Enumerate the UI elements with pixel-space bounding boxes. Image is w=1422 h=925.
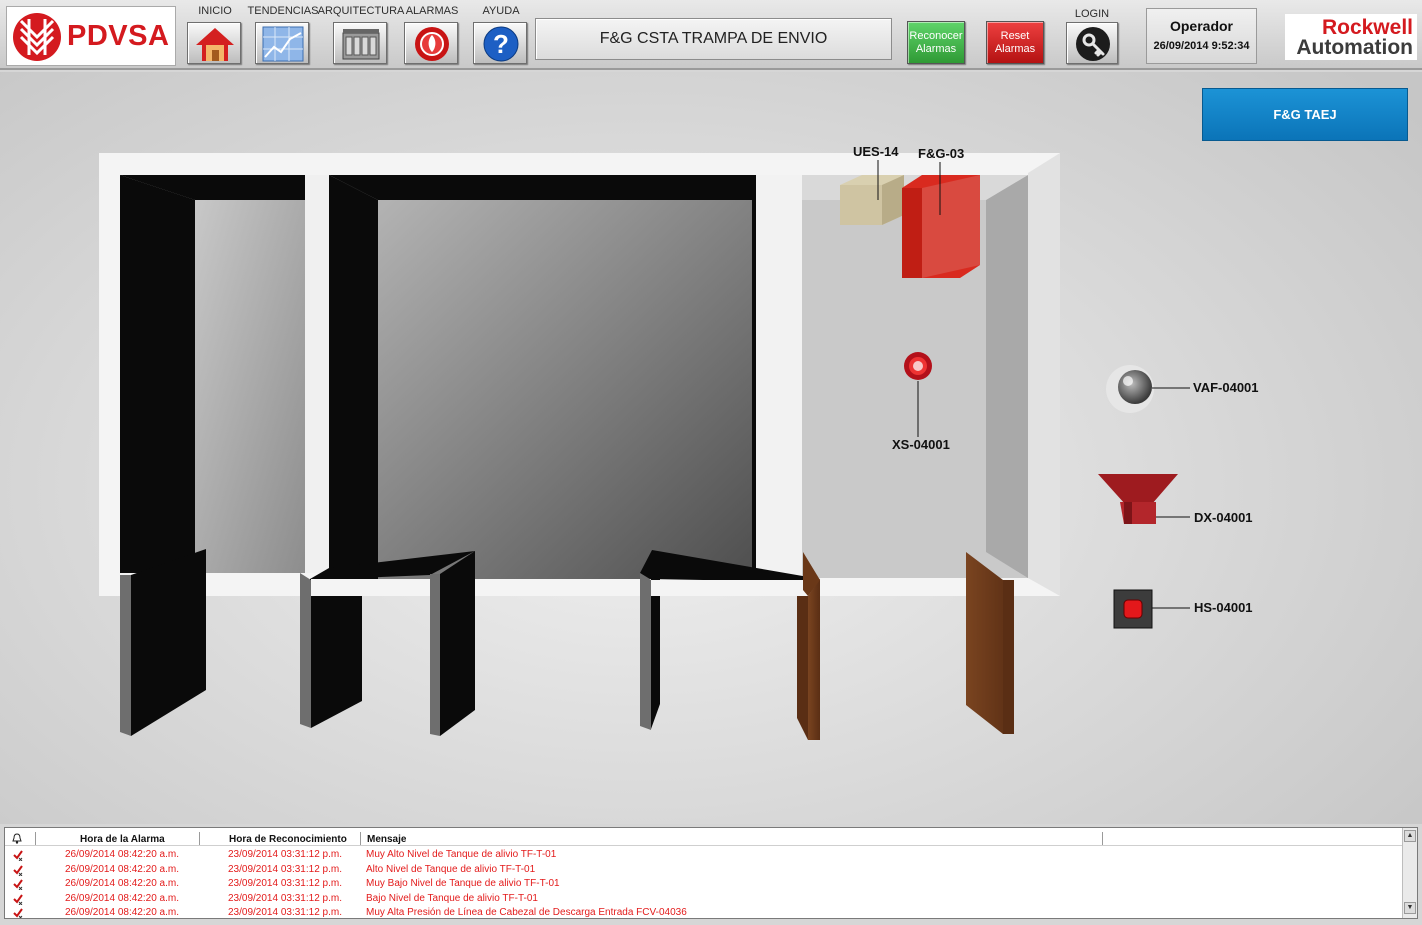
alarm-table-header: Hora de la Alarma Hora de Reconocimiento… [5, 830, 1403, 846]
partition-wall-2 [756, 175, 802, 579]
vendor-line-2: Automation [1296, 36, 1413, 59]
user-info: Operador 26/09/2014 9:52:34 [1146, 8, 1257, 64]
door-2-jamb-b [430, 574, 440, 736]
alarm-summary[interactable]: Hora de la Alarma Hora de Reconocimiento… [4, 827, 1418, 919]
alarm-row[interactable]: 26/09/2014 08:42:20 a.m. 23/09/2014 03:3… [5, 848, 1403, 863]
alarm-message: Alto Nivel de Tanque de alivio TF-T-01 [366, 863, 536, 875]
xs-04001-beacon[interactable] [904, 352, 932, 380]
login-label: LOGIN [1074, 8, 1110, 20]
scroll-down-arrow-icon[interactable]: ▼ [1404, 902, 1416, 914]
hs-04001-pushbutton[interactable] [1113, 589, 1153, 629]
alarm-message: Muy Bajo Nivel de Tanque de alivio TF-T-… [366, 878, 560, 889]
fg-03-panel [902, 175, 980, 278]
alarm-scrollbar[interactable]: ▲ ▼ [1402, 828, 1417, 918]
room-2-black-wall-right [752, 175, 756, 579]
alarm-row[interactable]: 26/09/2014 08:42:20 a.m. 23/09/2014 03:3… [5, 863, 1403, 878]
door-2-jamb-a [300, 573, 311, 728]
process-graphic-area: F&G TAEJ UES-14 F&G-03 XS-04001 VAF-0400… [0, 72, 1422, 824]
door-2-sill [311, 579, 430, 596]
xs-04001-tag: XS-04001 [892, 437, 950, 452]
alarm-message: Muy Alto Nivel de Tanque de alivio TF-T-… [366, 849, 557, 860]
ues-14-tag: UES-14 [853, 144, 899, 159]
acknowledge-alarms-button[interactable]: Reconocer Alarmas [907, 21, 965, 64]
dx-04001-tag: DX-04001 [1194, 510, 1253, 525]
ack-time: 23/09/2014 03:31:12 p.m. [228, 863, 342, 875]
alarm-time: 26/09/2014 08:42:20 a.m. [65, 863, 179, 875]
partition-wall-1 [305, 175, 329, 573]
alarm-message: Bajo Nivel de Tanque de alivio TF-T-01 [366, 892, 538, 904]
alarm-time: 26/09/2014 08:42:20 a.m. [65, 907, 179, 918]
right-wall-shade [1028, 153, 1060, 596]
svg-text:?: ? [493, 29, 509, 59]
key-icon [1076, 27, 1110, 61]
door-1-jamb [120, 575, 131, 736]
alarm-row[interactable]: 26/09/2014 08:42:20 a.m. 23/09/2014 03:3… [5, 892, 1403, 907]
trend-chart-icon [262, 26, 304, 62]
unacked-alarm-icon [13, 864, 23, 876]
nav-tendencias: TENDENCIAS [248, 4, 318, 66]
building-3d-drawing [99, 153, 1190, 740]
door-3-leaf-b[interactable] [808, 579, 820, 740]
fg-03-tag: F&G-03 [918, 146, 965, 161]
rockwell-logo: Rockwell Automation [1285, 14, 1417, 60]
unacked-alarm-icon [13, 893, 23, 905]
header-toolbar: PDVSA INICIO TENDENCIAS ARQUITECTURA ALA… [0, 0, 1422, 70]
ack-time: 23/09/2014 03:31:12 p.m. [228, 907, 342, 918]
nav-label-ayuda: AYUDA [482, 5, 520, 17]
vaf-04001-bell[interactable] [1106, 365, 1154, 413]
room-1-black-wall-left [120, 175, 195, 573]
col-ack-time[interactable]: Hora de Reconocimiento [229, 833, 347, 847]
col-alarm-time[interactable]: Hora de la Alarma [80, 833, 165, 847]
room-2-black-wall-left [329, 175, 378, 579]
alarm-time: 26/09/2014 08:42:20 a.m. [65, 849, 179, 860]
trends-button[interactable] [255, 22, 309, 64]
alarm-time: 26/09/2014 08:42:20 a.m. [65, 878, 179, 889]
alarm-time: 26/09/2014 08:42:20 a.m. [65, 892, 179, 904]
alarm-row[interactable]: 26/09/2014 08:42:20 a.m. 23/09/2014 03:3… [5, 877, 1403, 892]
home-icon [196, 28, 234, 61]
col-message[interactable]: Mensaje [367, 833, 406, 847]
hs-04001-tag: HS-04001 [1194, 600, 1253, 615]
room-2-floor [329, 175, 756, 579]
bell-icon [12, 833, 22, 844]
user-name: Operador [1169, 18, 1233, 34]
ues-14-cabinet [840, 175, 904, 225]
door-1-leaf[interactable] [131, 549, 206, 736]
ack-time: 23/09/2014 03:31:12 p.m. [228, 892, 342, 904]
unacked-alarm-icon [13, 879, 23, 890]
current-datetime: 26/09/2014 9:52:34 [1153, 40, 1250, 52]
door-2-leaf-b[interactable] [440, 551, 475, 736]
login-button[interactable] [1066, 22, 1118, 64]
door-3-leaf-b-face[interactable] [797, 596, 808, 740]
vaf-04001-tag: VAF-04001 [1193, 380, 1259, 395]
door-3-sill [651, 580, 811, 596]
room-2-black-wall-top [329, 175, 756, 200]
door-4-edge [1003, 580, 1014, 734]
pdvsa-logo: PDVSA [6, 6, 176, 66]
architecture-button[interactable] [333, 22, 387, 64]
help-icon: ? [483, 26, 519, 62]
unacked-alarm-icon [13, 850, 23, 861]
alarm-siren-icon [415, 27, 449, 61]
room-1-back-wall [195, 200, 305, 573]
door-3-jamb-a [640, 573, 651, 730]
alarm-row[interactable]: 26/09/2014 08:42:20 a.m. 23/09/2014 03:3… [5, 906, 1403, 918]
ack-time: 23/09/2014 03:31:12 p.m. [228, 849, 342, 860]
nav-ayuda: AYUDA ? [470, 4, 532, 66]
unacked-alarm-icon [13, 908, 23, 918]
alarms-button[interactable] [404, 22, 458, 64]
alarm-message: Muy Alta Presión de Línea de Cabezal de … [366, 907, 687, 918]
scroll-up-arrow-icon[interactable]: ▲ [1404, 830, 1416, 842]
room-3-right-wall [986, 175, 1028, 578]
plc-rack-icon [342, 29, 380, 60]
pdvsa-emblem-icon [13, 13, 61, 61]
home-button[interactable] [187, 22, 241, 64]
help-button[interactable]: ? [473, 22, 527, 64]
reset-alarms-button[interactable]: Reset Alarmas [986, 21, 1044, 64]
screen-title: F&G CSTA TRAMPA DE ENVIO [535, 18, 892, 60]
ack-time: 23/09/2014 03:31:12 p.m. [228, 878, 342, 889]
brand-name: PDVSA [67, 20, 170, 52]
